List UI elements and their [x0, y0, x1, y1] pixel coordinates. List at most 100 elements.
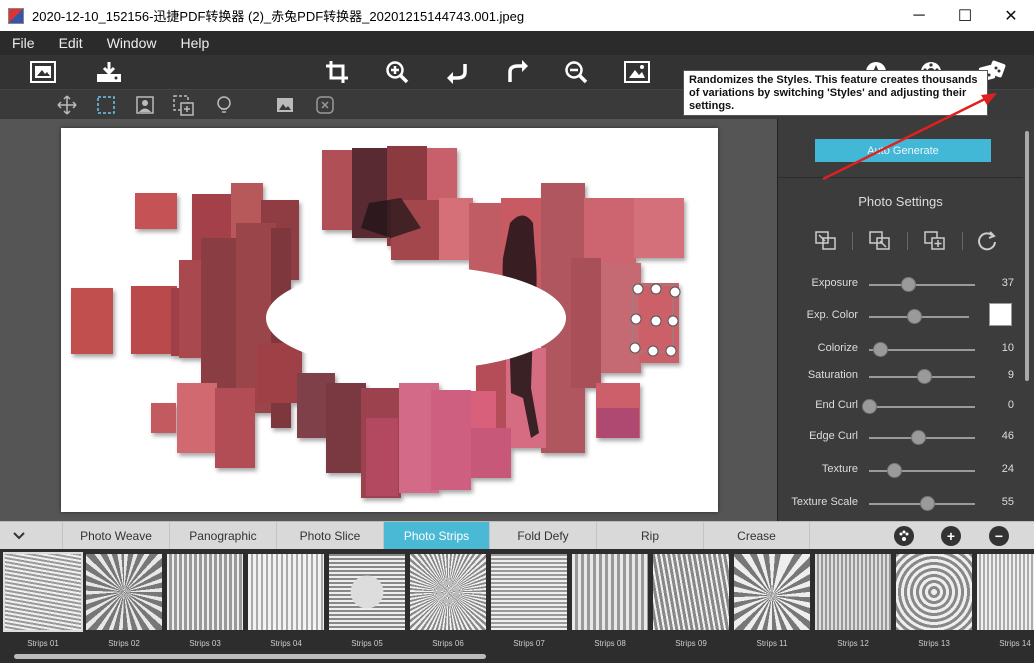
replace-photo-icon[interactable]: [814, 230, 838, 252]
menu-window[interactable]: Window: [95, 35, 169, 51]
style-thumbnail[interactable]: [815, 554, 891, 630]
title-bar: 2020-12-10_152156-迅捷PDF转换器 (2)_赤兔PDF转换器_…: [0, 0, 1034, 31]
zoom-in-icon[interactable]: [383, 59, 411, 85]
style-thumbnail[interactable]: [248, 554, 324, 630]
undo-icon[interactable]: [443, 59, 471, 85]
slider-knob[interactable]: [862, 399, 877, 414]
slider-value: 46: [1001, 430, 1014, 442]
tab-photo-slice[interactable]: Photo Slice: [276, 522, 383, 550]
minimize-button[interactable]: ─: [896, 0, 942, 31]
photo-strips-collage: [71, 146, 684, 498]
slider-knob[interactable]: [920, 496, 936, 511]
slider-value: 24: [1001, 463, 1014, 475]
slider-knob[interactable]: [907, 309, 922, 324]
icon-divider: [852, 232, 853, 250]
style-thumbnail[interactable]: [896, 554, 972, 630]
tooltip-arrow: [822, 93, 997, 181]
crop-icon[interactable]: [323, 59, 351, 85]
move-icon[interactable]: [56, 94, 78, 116]
slider-knob[interactable]: [901, 277, 917, 292]
panel-title: Photo Settings: [858, 194, 943, 209]
slider-texture-scale: Texture Scale 55: [778, 493, 1023, 513]
style-thumbnail[interactable]: [410, 554, 486, 630]
refresh-icon[interactable]: [975, 230, 999, 252]
style-thumbnails: Strips 01 Strips 02 Strips 03 Strips 04 Stri…: [0, 549, 1034, 663]
tab-photo-weave[interactable]: Photo Weave: [62, 522, 169, 550]
portrait-icon[interactable]: [134, 94, 156, 116]
slider-track[interactable]: [869, 406, 975, 408]
slider-label: Exposure: [811, 277, 858, 289]
light-icon[interactable]: [213, 94, 235, 116]
thumbs-scrollbar[interactable]: [14, 654, 486, 659]
thumbnail-label: Strips 14: [999, 639, 1031, 648]
menu-edit[interactable]: Edit: [47, 35, 95, 51]
thumbnail-label: Strips 02: [108, 639, 140, 648]
icon-divider: [907, 232, 908, 250]
slider-value: 55: [1001, 496, 1014, 508]
style-thumbnail[interactable]: [491, 554, 567, 630]
slider-value: 9: [1007, 369, 1014, 381]
style-thumbnail[interactable]: [572, 554, 648, 630]
maximize-button[interactable]: ☐: [942, 0, 988, 31]
thumbnail-label: Strips 04: [270, 639, 302, 648]
slider-exposure: Exposure 37: [778, 274, 1023, 294]
slider-texture: Texture 24: [778, 460, 1023, 480]
slider-track[interactable]: [869, 284, 975, 286]
thumbnail-label: Strips 09: [675, 639, 707, 648]
style-thumbnail[interactable]: [329, 554, 405, 630]
photo-canvas[interactable]: [61, 128, 718, 512]
thumbnail-label: Strips 11: [756, 639, 788, 648]
style-thumbnail[interactable]: [167, 554, 243, 630]
save-icon[interactable]: [95, 59, 123, 85]
style-thumbnail[interactable]: [86, 554, 162, 630]
style-thumbnail[interactable]: [3, 552, 83, 632]
tab-rip[interactable]: Rip: [596, 522, 703, 550]
workspace[interactable]: [0, 119, 777, 521]
redo-icon[interactable]: [504, 59, 532, 85]
slider-value: 10: [1001, 342, 1014, 354]
tab-panographic[interactable]: Panographic: [169, 522, 276, 550]
open-photo-icon[interactable]: [29, 59, 57, 85]
icon-divider: [962, 232, 963, 250]
slider-knob[interactable]: [887, 463, 903, 478]
slider-label: Exp. Color: [806, 309, 858, 321]
tab-fold-defy[interactable]: Fold Defy: [489, 522, 596, 550]
zoom-out-icon[interactable]: [562, 59, 590, 85]
slider-label: Edge Curl: [809, 430, 858, 442]
swap-photo-icon[interactable]: [868, 230, 892, 252]
close-button[interactable]: ✕: [988, 0, 1034, 31]
select-icon[interactable]: [95, 94, 117, 116]
menu-file[interactable]: File: [0, 35, 47, 51]
fit-image-icon[interactable]: [623, 59, 651, 85]
add-style-icon[interactable]: +: [941, 526, 961, 546]
slider-exp-color: Exp. Color: [778, 306, 1023, 326]
thumbnail-label: Strips 13: [918, 639, 950, 648]
slider-colorize: Colorize 10: [778, 339, 1023, 359]
slider-knob[interactable]: [910, 430, 926, 445]
slider-label: End Curl: [815, 399, 858, 411]
thumbnail-label: Strips 08: [594, 639, 626, 648]
tab-photo-strips[interactable]: Photo Strips: [383, 522, 489, 550]
style-thumbnail[interactable]: [653, 554, 729, 630]
slider-label: Texture Scale: [791, 496, 858, 508]
slider-knob[interactable]: [917, 369, 933, 384]
collapse-chevron-icon[interactable]: [8, 527, 30, 545]
thumbnail-label: Strips 05: [351, 639, 383, 648]
style-icon[interactable]: [894, 526, 914, 546]
image-icon[interactable]: [274, 94, 296, 116]
add-photo-icon[interactable]: [923, 230, 947, 252]
panel-scrollbar[interactable]: [1025, 131, 1029, 381]
tab-crease[interactable]: Crease: [703, 522, 810, 550]
menu-help[interactable]: Help: [168, 35, 221, 51]
remove-icon[interactable]: [314, 94, 336, 116]
add-region-icon[interactable]: [172, 94, 194, 116]
style-thumbnail[interactable]: [734, 554, 810, 630]
app-icon: [8, 7, 24, 24]
style-thumbnail[interactable]: [977, 554, 1034, 630]
slider-label: Texture: [821, 463, 858, 475]
exposure-color-swatch[interactable]: [989, 303, 1012, 326]
remove-style-icon[interactable]: −: [989, 526, 1009, 546]
slider-track[interactable]: [869, 470, 975, 472]
thumbnail-label: Strips 07: [513, 639, 545, 648]
slider-knob[interactable]: [872, 342, 888, 357]
